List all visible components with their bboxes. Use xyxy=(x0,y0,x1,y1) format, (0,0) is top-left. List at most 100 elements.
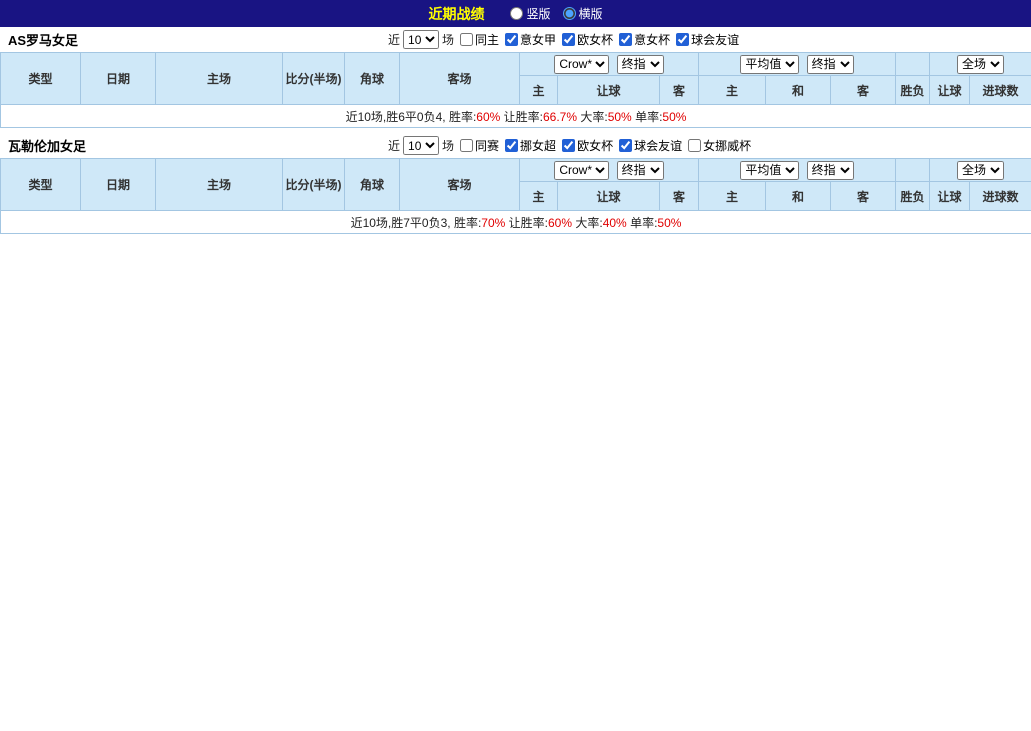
col-header-away: 客场 xyxy=(400,159,520,211)
filter-option[interactable]: 欧女杯 xyxy=(562,31,613,48)
summary-stat: 50% xyxy=(608,110,632,124)
filter-option[interactable]: 同赛 xyxy=(460,137,499,154)
scope-group: 全场 xyxy=(930,159,1031,182)
filter-option[interactable]: 球会友谊 xyxy=(619,137,682,154)
filter-option[interactable]: 挪女超 xyxy=(505,137,556,154)
euro-odds-group: 平均值 终指 xyxy=(699,53,896,76)
filter-option[interactable]: 欧女杯 xyxy=(562,137,613,154)
matches-label: 场 xyxy=(442,31,454,48)
col-header-score: 比分(半场) xyxy=(283,159,345,211)
filter-label: 球会友谊 xyxy=(691,31,739,48)
filter-checkbox[interactable] xyxy=(505,33,518,46)
view-mode-option[interactable]: 横版 xyxy=(563,5,603,22)
filter-checkbox[interactable] xyxy=(505,139,518,152)
summary-label: 让胜率: xyxy=(505,216,548,230)
col-header-asia-away: 客 xyxy=(660,182,699,211)
col-header-type: 类型 xyxy=(1,53,81,105)
near-label: 近 xyxy=(388,137,400,154)
section-team-1: AS罗马女足 近 10 场 同主 意女甲 欧女杯 意女杯 球会友谊 类型 日期 主 场 比… xyxy=(0,27,1031,128)
scope-group: 全场 xyxy=(930,53,1031,76)
col-header-handicap-result: 让球 xyxy=(930,76,970,105)
section-header: AS罗马女足 近 10 场 同主 意女甲 欧女杯 意女杯 球会友谊 xyxy=(0,27,1031,52)
summary-stat: 50% xyxy=(657,216,681,230)
filter-label: 同主 xyxy=(475,31,499,48)
section-title: AS罗马女足 xyxy=(8,30,78,49)
col-header-goals: 进球数 xyxy=(970,76,1031,105)
filter-checkbox[interactable] xyxy=(688,139,701,152)
col-header-score: 比分(半场) xyxy=(283,53,345,105)
col-header-date: 日期 xyxy=(81,159,156,211)
filter-option[interactable]: 同主 xyxy=(460,31,499,48)
col-header-away: 客场 xyxy=(400,53,520,105)
filter-option[interactable]: 女挪威杯 xyxy=(688,137,751,154)
filter-checkbox[interactable] xyxy=(676,33,689,46)
matches-label: 场 xyxy=(442,137,454,154)
view-mode-radio[interactable] xyxy=(563,7,576,20)
bookmaker-select[interactable]: Crow* xyxy=(554,161,609,180)
summary-row: 近10场,胜7平0负3, 胜率:70% 让胜率:60% 大率:40% 单率:50… xyxy=(1,211,1031,234)
summary-stat: 60% xyxy=(548,216,572,230)
summary-text: 近10场,胜7平0负3, 胜率:70% 让胜率:60% 大率:40% 单率:50… xyxy=(1,211,1031,234)
asia-stage-select[interactable]: 终指 xyxy=(617,161,664,180)
col-header-date: 日期 xyxy=(81,53,156,105)
col-header-corners: 角球 xyxy=(345,159,400,211)
summary-text: 近10场,胜6平0负4, 胜率:60% 让胜率:66.7% 大率:50% 单率:… xyxy=(1,105,1031,128)
col-header-goals: 进球数 xyxy=(970,182,1031,211)
col-header-euro-away: 客 xyxy=(831,76,896,105)
col-header-euro-draw: 和 xyxy=(766,76,831,105)
filter-bar: 近 10 场 同主 意女甲 欧女杯 意女杯 球会友谊 xyxy=(388,27,739,52)
asia-odds-group: Crow* 终指 xyxy=(520,159,699,182)
asia-odds-group: Crow* 终指 xyxy=(520,53,699,76)
col-header-asia-home: 主 xyxy=(520,76,558,105)
view-mode-options: 竖版横版 xyxy=(498,5,602,23)
view-mode-option[interactable]: 竖版 xyxy=(510,5,550,22)
filter-checkbox[interactable] xyxy=(460,33,473,46)
filter-checkbox[interactable] xyxy=(562,33,575,46)
filter-checkboxes: 同主 意女甲 欧女杯 意女杯 球会友谊 xyxy=(454,31,739,49)
summary-label: 单率: xyxy=(627,216,658,230)
summary-label: 让胜率: xyxy=(500,110,543,124)
section-header: 瓦勒伦加女足 近 10 场 同赛挪女超欧女杯球会友谊女挪威杯 xyxy=(0,133,1031,158)
scope-select[interactable]: 全场 xyxy=(957,161,1004,180)
filter-label: 欧女杯 xyxy=(577,137,613,154)
col-header-asia-handicap: 让球 xyxy=(558,182,660,211)
filter-checkbox[interactable] xyxy=(619,139,632,152)
summary-label: 单率: xyxy=(632,110,663,124)
filter-checkbox[interactable] xyxy=(460,139,473,152)
view-mode-radio[interactable] xyxy=(510,7,523,20)
euro-stage-select[interactable]: 终指 xyxy=(807,161,854,180)
summary-label: 近10场,胜7平0负3, xyxy=(351,216,454,230)
filter-label: 意女杯 xyxy=(634,31,670,48)
bookmaker-select[interactable]: Crow* xyxy=(554,55,609,74)
near-count-select[interactable]: 10 xyxy=(403,136,439,155)
euro-odds-group: 平均值 终指 xyxy=(699,159,896,182)
wl-group-spacer xyxy=(896,159,930,182)
summary-label: 胜率: xyxy=(454,216,481,230)
results-table: 类型 日期 主场 比分(半场) 角球 客场 Crow* 终指 平均值 终指 全场 xyxy=(0,158,1031,234)
filter-option[interactable]: 意女甲 xyxy=(505,31,556,48)
euro-odds-source-select[interactable]: 平均值 xyxy=(740,161,799,180)
summary-label: 近10场,胜6平0负4, xyxy=(346,110,449,124)
col-header-asia-away: 客 xyxy=(660,76,699,105)
summary-stat: 50% xyxy=(662,110,686,124)
summary-stat: 40% xyxy=(603,216,627,230)
filter-option[interactable]: 球会友谊 xyxy=(676,31,739,48)
filter-label: 意女甲 xyxy=(520,31,556,48)
filter-checkbox[interactable] xyxy=(619,33,632,46)
col-header-euro-home: 主 xyxy=(699,182,766,211)
filter-bar: 近 10 场 同赛挪女超 欧女杯球会友谊 女挪威杯 xyxy=(388,133,751,158)
filter-option[interactable]: 意女杯 xyxy=(619,31,670,48)
scope-select[interactable]: 全场 xyxy=(957,55,1004,74)
near-label: 近 xyxy=(388,31,400,48)
euro-odds-source-select[interactable]: 平均值 xyxy=(740,55,799,74)
asia-stage-select[interactable]: 终指 xyxy=(617,55,664,74)
filter-checkbox[interactable] xyxy=(562,139,575,152)
near-count-select[interactable]: 10 xyxy=(403,30,439,49)
summary-stat: 60% xyxy=(476,110,500,124)
euro-stage-select[interactable]: 终指 xyxy=(807,55,854,74)
summary-stat: 70% xyxy=(481,216,505,230)
filter-label: 欧女杯 xyxy=(577,31,613,48)
col-header-handicap-result: 让球 xyxy=(930,182,970,211)
col-header-wl: 胜负 xyxy=(896,76,930,105)
filter-label: 女挪威杯 xyxy=(703,137,751,154)
